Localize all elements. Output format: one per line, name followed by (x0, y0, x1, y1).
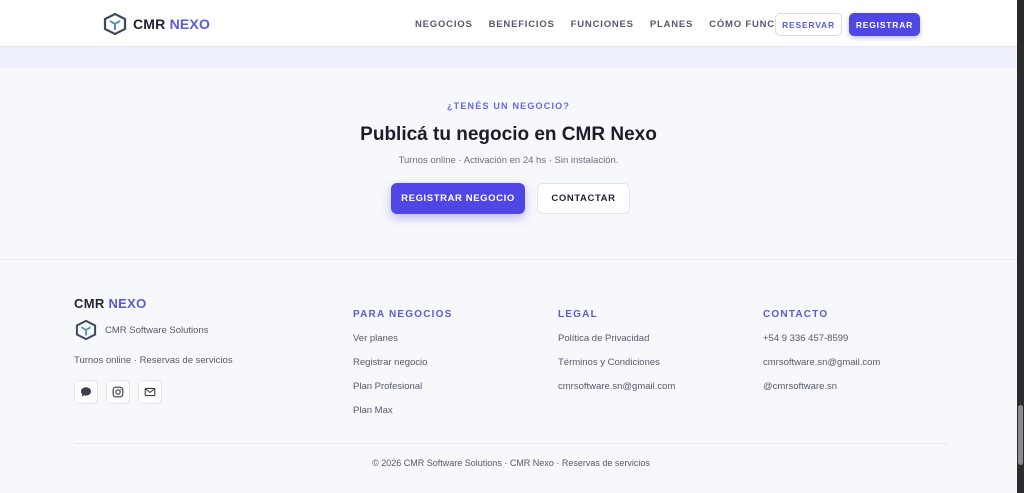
brand-name: CMR NEXO (133, 16, 211, 32)
footer-brand: CMR NEXO (74, 296, 147, 311)
site-header: CMR NEXO NEGOCIOS BENEFICIOS FUNCIONES P… (0, 0, 1017, 47)
copyright-text: © 2026 CMR Software Solutions · CMR Nexo… (372, 458, 650, 468)
mail-link[interactable] (138, 380, 162, 404)
footer-link-privacidad[interactable]: Política de Privacidad (558, 333, 675, 346)
registrar-button[interactable]: REGISTRAR (849, 13, 920, 36)
social-links (74, 380, 162, 404)
footer-link-email[interactable]: cmrsoftware.sn@gmail.com (763, 357, 880, 370)
footer-link-legal-email[interactable]: cmrsoftware.sn@gmail.com (558, 381, 675, 394)
cta-eyebrow: ¿TENÉS UN NEGOCIO? (446, 101, 571, 111)
chat-icon (81, 387, 91, 397)
cube-logo-icon (75, 320, 97, 340)
cta-title: Publicá tu negocio en CMR Nexo (360, 124, 657, 145)
footer-company-name: CMR Software Solutions (105, 324, 209, 336)
page-viewport: CMR NEXO NEGOCIOS BENEFICIOS FUNCIONES P… (0, 0, 1017, 493)
footer-link-plan-max[interactable]: Plan Max (353, 405, 453, 418)
footer-column-title: LEGAL (558, 309, 598, 320)
footer-divider (74, 443, 947, 444)
footer-link-plan-profesional[interactable]: Plan Profesional (353, 381, 453, 394)
instagram-link[interactable] (106, 380, 130, 404)
main-nav: NEGOCIOS BENEFICIOS FUNCIONES PLANES CÓM… (415, 19, 802, 30)
registrar-negocio-button[interactable]: REGISTRAR NEGOCIO (391, 183, 525, 214)
brand-logo[interactable]: CMR NEXO (103, 13, 210, 35)
scrollbar-thumb[interactable] (1018, 405, 1023, 465)
footer-link-terminos[interactable]: Términos y Condiciones (558, 357, 675, 370)
footer-column-legal: LEGAL Política de Privacidad Términos y … (558, 309, 675, 405)
section-divider (0, 259, 1017, 260)
nav-negocios[interactable]: NEGOCIOS (415, 19, 473, 30)
cta-subtitle: Turnos online · Activación en 24 hs · Si… (398, 155, 619, 166)
footer-column-negocios: PARA NEGOCIOS Ver planes Registrar negoc… (353, 309, 453, 429)
footer-company: CMR Software Solutions (75, 320, 208, 340)
nav-planes[interactable]: PLANES (650, 19, 693, 30)
footer-column-contacto: CONTACTO +54 9 336 457-8599 cmrsoftware.… (763, 309, 880, 405)
section-tint-band (0, 47, 1017, 68)
mail-icon (144, 387, 156, 397)
footer-link-ver-planes[interactable]: Ver planes (353, 333, 453, 346)
nav-beneficios[interactable]: BENEFICIOS (489, 19, 555, 30)
footer-column-title: CONTACTO (763, 309, 829, 320)
footer-tagline: Turnos online · Reservas de servicios (74, 355, 233, 366)
instagram-icon (112, 386, 124, 398)
footer-link-instagram-handle[interactable]: @cmrsoftware.sn (763, 381, 880, 394)
footer-link-registrar-negocio[interactable]: Registrar negocio (353, 357, 453, 370)
footer-link-phone[interactable]: +54 9 336 457-8599 (763, 333, 880, 346)
footer-column-title: PARA NEGOCIOS (353, 309, 453, 320)
reservar-button[interactable]: RESERVAR (775, 13, 842, 36)
chat-link[interactable] (74, 380, 98, 404)
nav-funciones[interactable]: FUNCIONES (571, 19, 634, 30)
contactar-button[interactable]: CONTACTAR (537, 183, 630, 214)
cube-logo-icon (103, 13, 127, 35)
